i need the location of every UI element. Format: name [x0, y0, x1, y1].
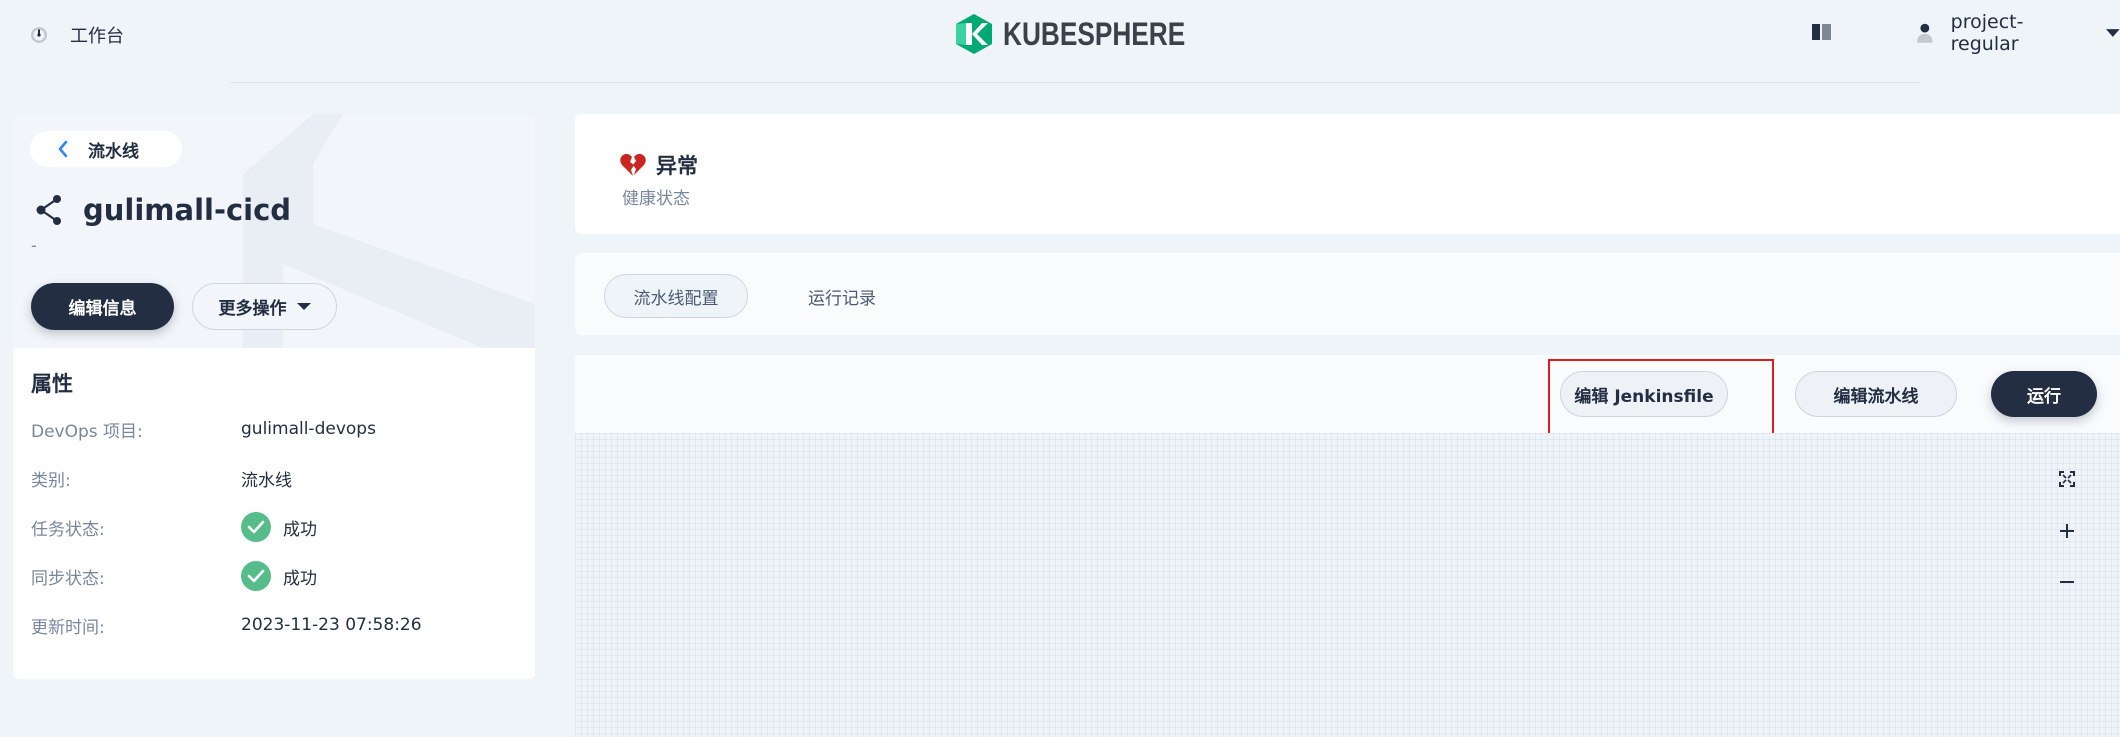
- property-value: 成功: [283, 568, 317, 589]
- caret-down-icon: [296, 303, 311, 310]
- property-value: 2023-11-23 07:58:26: [241, 615, 422, 635]
- workbench-link[interactable]: 工作台: [30, 20, 124, 50]
- logo-text: KUBESPHERE: [1003, 15, 1186, 52]
- pipeline-icon: [36, 195, 61, 225]
- edit-pipeline-button[interactable]: 编辑流水线: [1795, 371, 1957, 417]
- tab-pipeline-config[interactable]: 流水线配置: [604, 274, 748, 318]
- property-devops-project: DevOps 项目: gulimall-devops: [31, 414, 376, 444]
- back-to-pipelines-button[interactable]: 流水线: [30, 131, 182, 167]
- properties-title: 属性: [31, 372, 73, 396]
- workbench-label: 工作台: [70, 26, 124, 47]
- more-actions-button[interactable]: 更多操作: [192, 283, 337, 330]
- edit-jenkinsfile-button[interactable]: 编辑 Jenkinsfile: [1560, 371, 1728, 417]
- property-key: 更新时间:: [31, 617, 105, 638]
- zoom-in-icon[interactable]: [2055, 519, 2079, 543]
- more-actions-label: 更多操作: [218, 299, 287, 319]
- property-value: 成功: [283, 519, 317, 540]
- property-value: gulimall-devops: [241, 419, 376, 439]
- health-status-card: 异常 健康状态: [575, 114, 2120, 234]
- user-icon: [1917, 23, 1933, 43]
- pipeline-name: gulimall-cicd: [83, 193, 292, 227]
- run-button[interactable]: 运行: [1991, 371, 2097, 417]
- top-bar: 工作台 KUBESPHERE project-regular: [0, 0, 2120, 70]
- kubesphere-logo-icon: [956, 14, 992, 54]
- pipeline-title: gulimall-cicd: [35, 190, 291, 230]
- pipeline-toolbar: 编辑 Jenkinsfile 编辑流水线 运行: [575, 355, 2120, 433]
- tab-run-records[interactable]: 运行记录: [782, 274, 902, 318]
- property-key: 类别:: [31, 470, 71, 491]
- property-task-status: 任务状态: 成功: [31, 512, 317, 542]
- success-check-icon: [241, 561, 271, 591]
- broken-heart-icon: [620, 153, 646, 176]
- edit-info-button[interactable]: 编辑信息: [31, 283, 174, 330]
- health-status: 异常: [620, 150, 698, 180]
- property-key: 任务状态:: [31, 519, 105, 540]
- zoom-out-icon[interactable]: [2055, 570, 2079, 594]
- success-check-icon: [241, 512, 271, 542]
- health-status-value: 异常: [656, 154, 698, 178]
- property-category: 类别: 流水线: [31, 463, 292, 493]
- topbar-divider: [230, 82, 1920, 83]
- kubesphere-logo[interactable]: KUBESPHERE: [955, 12, 1225, 56]
- chevron-down-icon: [2106, 29, 2120, 37]
- property-sync-status: 同步状态: 成功: [31, 561, 317, 591]
- property-key: DevOps 项目:: [31, 421, 143, 442]
- health-status-label: 健康状态: [622, 189, 690, 209]
- property-key: 同步状态:: [31, 568, 105, 589]
- pipeline-canvas[interactable]: [575, 433, 2120, 737]
- dashboard-icon: [31, 27, 47, 43]
- pipeline-header: 流水线 gulimall-cicd - 编辑信息 更多操作: [13, 114, 535, 348]
- pipeline-detail-card: 流水线 gulimall-cicd - 编辑信息 更多操作 属性 DevOps …: [13, 114, 535, 679]
- property-update-time: 更新时间: 2023-11-23 07:58:26: [31, 610, 422, 640]
- chevron-left-icon: [58, 140, 68, 158]
- documentation-icon[interactable]: [1812, 24, 1832, 40]
- tabs-bar: 流水线配置 运行记录: [575, 253, 2120, 335]
- fullscreen-icon[interactable]: [2055, 467, 2079, 491]
- pipeline-description: -: [31, 236, 37, 255]
- user-menu[interactable]: project-regular: [1917, 11, 2120, 55]
- username: project-regular: [1950, 11, 2024, 55]
- property-value: 流水线: [241, 470, 292, 491]
- back-label: 流水线: [88, 141, 139, 162]
